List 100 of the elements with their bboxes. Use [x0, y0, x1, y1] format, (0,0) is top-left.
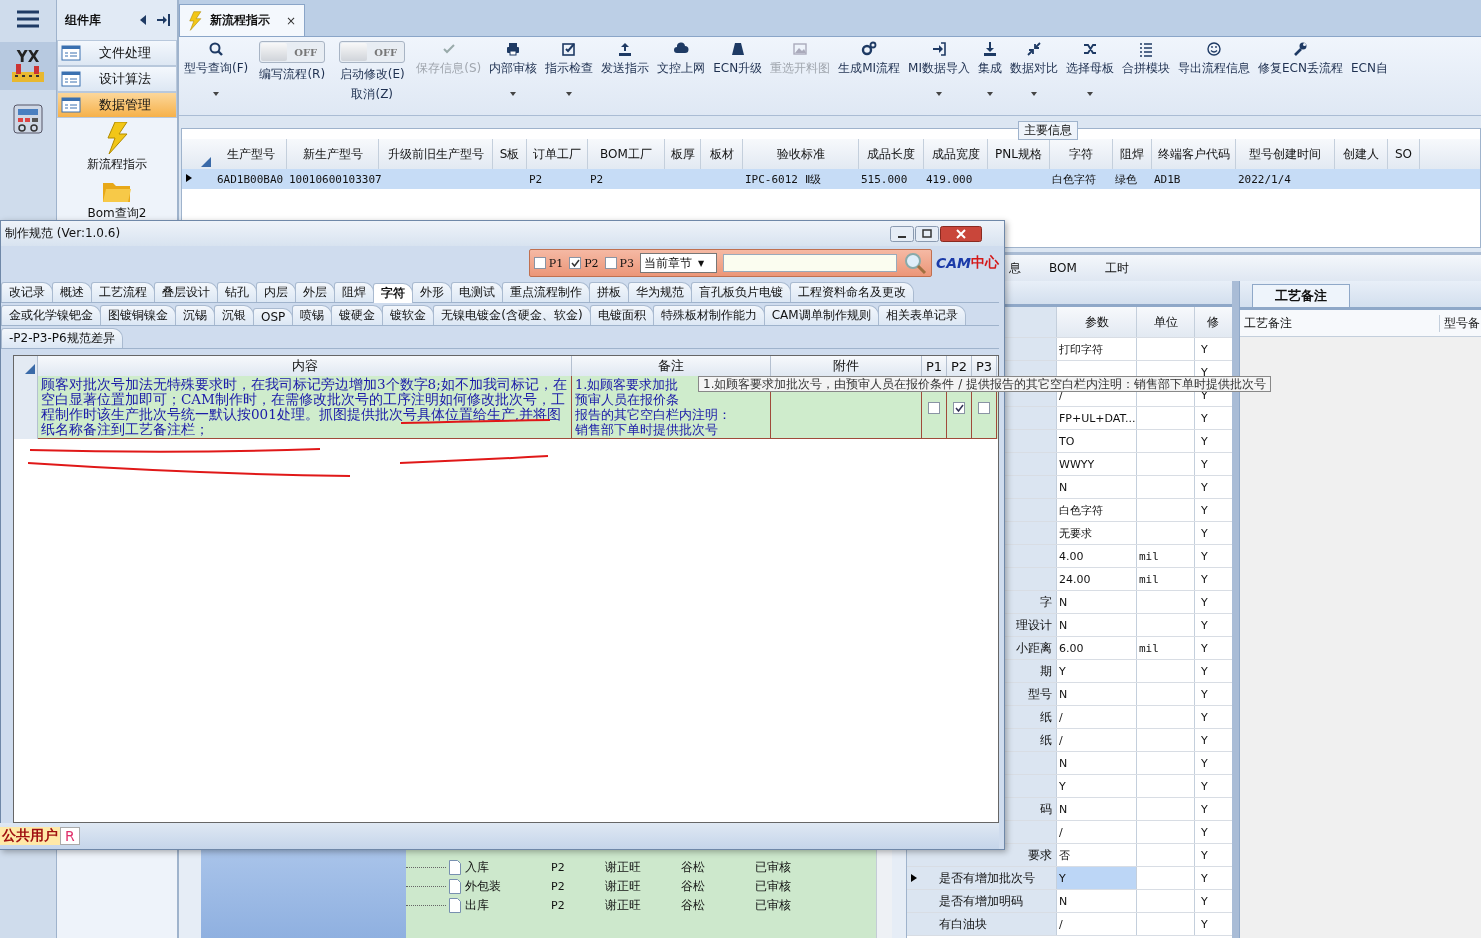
toolbar-button[interactable]: ECN自	[1347, 41, 1391, 96]
button-label[interactable]: 选择母板	[1066, 60, 1114, 77]
menu-icon[interactable]	[17, 10, 39, 28]
button-label[interactable]: 集成	[978, 60, 1002, 77]
chapter-tab[interactable]: 字符	[373, 283, 413, 303]
column-header[interactable]: 型号备	[1440, 314, 1480, 332]
chapter-tab[interactable]: 钻孔	[217, 282, 257, 302]
button-label[interactable]: 数据对比	[1010, 60, 1058, 77]
chapter-tab[interactable]: 沉锡	[175, 305, 215, 325]
toolbar-button[interactable]: 发送指示	[598, 41, 653, 96]
toolbar-button[interactable]: ECN升级	[710, 41, 766, 96]
button-label[interactable]: 内部审核	[489, 60, 538, 77]
column-header[interactable]: 参数	[1057, 307, 1137, 337]
chapter-tab[interactable]: 特殊板材制作能力	[652, 305, 765, 325]
toolbar-button[interactable]: MI数据导入	[905, 41, 973, 96]
tree-item[interactable]: 出库	[465, 897, 551, 914]
table-row[interactable]: 6AD1B00BA0 10010600103307 P2 P2 IPC-6012 Ⅱ级 515.000 419.000 白色字符 绿色 AD1B 2022/1/4	[182, 169, 1480, 189]
chapter-dropdown[interactable]: 当前章节 ▼	[639, 253, 717, 273]
chapter-tab[interactable]: 图镀铜镍金	[100, 305, 176, 325]
checkbox[interactable]	[953, 402, 965, 414]
caret-icon[interactable]	[936, 92, 943, 96]
switch-text[interactable]: OFF	[367, 46, 405, 58]
item-label[interactable]: 数据管理	[99, 96, 151, 114]
minimize-button[interactable]	[890, 225, 914, 242]
section-tab[interactable]: 息	[1009, 259, 1021, 277]
chapter-tab[interactable]: 沉银	[214, 305, 254, 325]
checkbox[interactable]	[533, 257, 546, 269]
chapter-tab[interactable]: 无镍电镀金(含硬金、软金)	[433, 305, 591, 325]
pin-icon[interactable]	[157, 14, 171, 26]
chapter-tab[interactable]: 工程资料命名及更改	[790, 282, 914, 302]
chapter-tab[interactable]: 改记录	[1, 282, 53, 302]
button-label[interactable]: 导出流程信息	[1178, 60, 1250, 77]
chapter-tab[interactable]: 概述	[52, 282, 92, 302]
toolbar-button[interactable]: 内部审核	[486, 41, 541, 96]
chapter-tab[interactable]: 金或化学镍钯金	[1, 305, 101, 325]
close-button[interactable]	[940, 225, 982, 242]
chapter-tab[interactable]: 阻焊	[334, 282, 374, 302]
chapter-tab[interactable]: 镀硬金	[331, 305, 384, 325]
chapter-tab[interactable]: 内层	[256, 282, 296, 302]
tab-title[interactable]: 新流程指示	[210, 12, 270, 29]
chapter-tab[interactable]: 工艺流程	[91, 282, 155, 302]
checkbox[interactable]	[928, 402, 940, 414]
checkbox[interactable]	[978, 402, 990, 414]
caret-icon[interactable]	[566, 92, 573, 96]
column-header[interactable]: 工艺备注	[1240, 314, 1440, 332]
toggle-switch[interactable]: OFF	[259, 41, 326, 63]
caret-icon[interactable]	[1031, 92, 1037, 96]
maximize-button[interactable]	[915, 225, 939, 242]
switch-text[interactable]: OFF	[287, 46, 325, 58]
calculator-icon[interactable]	[13, 104, 43, 134]
toolbar-button[interactable]: 型号查询(F)	[181, 41, 252, 96]
chapter-tab[interactable]: -P2-P3-P6规范差异	[1, 328, 123, 348]
toolbar-button[interactable]: 文控上网	[654, 41, 709, 96]
toggle-switch[interactable]: OFF	[339, 41, 406, 63]
close-tab-button[interactable]: ×	[285, 13, 296, 28]
document-tab[interactable]: 新流程指示 ×	[179, 4, 305, 36]
tree-item[interactable]: 外包装	[465, 878, 551, 895]
button-label[interactable]: 型号查询(F)	[184, 60, 249, 77]
chapter-tab[interactable]: 重点流程制作	[502, 282, 590, 302]
chapter-tab[interactable]: 华为规范	[628, 282, 692, 302]
chapter-tab[interactable]: 镀软金	[382, 305, 435, 325]
button-label[interactable]: ECN自	[1350, 60, 1388, 77]
caret-icon[interactable]	[987, 92, 993, 96]
chapter-tab[interactable]: CAM调单制作规则	[763, 305, 879, 325]
button-label[interactable]: 文控上网	[657, 60, 706, 77]
toolbar-button[interactable]: 修复ECN丢流程	[1255, 41, 1346, 96]
button-label[interactable]: 合拼模块	[1122, 60, 1170, 77]
search-field[interactable]	[722, 254, 897, 272]
toolbar-button[interactable]: 数据对比	[1007, 41, 1061, 96]
toolbar-button[interactable]: 集成	[975, 41, 1005, 96]
chapter-tab[interactable]: 喷锡	[292, 305, 333, 325]
caret-icon[interactable]	[1087, 92, 1093, 96]
row-selector[interactable]	[907, 867, 937, 889]
chapter-tab[interactable]: 叠层设计	[154, 282, 218, 302]
button-label[interactable]: ECN升级	[713, 60, 763, 77]
chapter-tab[interactable]: 电镀面积	[589, 305, 654, 325]
tool-label[interactable]: 新流程指示	[87, 156, 147, 173]
section-tab[interactable]: BOM	[1049, 261, 1077, 275]
button-label[interactable]: 指示检查	[545, 60, 594, 77]
toolbar-button[interactable]: 选择母板	[1063, 41, 1117, 96]
chapter-tab[interactable]: OSP	[253, 308, 294, 325]
chapter-tab[interactable]: 盲孔板负片电镀	[691, 282, 791, 302]
item-label[interactable]: 文件处理	[99, 44, 151, 62]
panel-item[interactable]: 设计算法	[57, 66, 177, 92]
checkbox[interactable]	[604, 257, 617, 269]
caret-icon[interactable]	[213, 92, 220, 96]
toolbar-button[interactable]: 生成MI流程	[835, 41, 904, 96]
lightning-icon[interactable]	[105, 122, 129, 154]
button-label[interactable]: 发送指示	[601, 60, 650, 77]
chapter-tab[interactable]: 相关表单记录	[877, 305, 966, 325]
scrollbar[interactable]	[876, 850, 892, 938]
checkbox[interactable]	[569, 257, 582, 269]
toolbar-button[interactable]: 指示检查	[542, 41, 597, 96]
panel-item[interactable]: 文件处理	[57, 40, 177, 66]
tree-item[interactable]: 入库	[465, 859, 551, 876]
panel-item[interactable]: 数据管理	[57, 92, 177, 118]
app-logo[interactable]: YX	[0, 42, 56, 90]
item-label[interactable]: 设计算法	[99, 70, 151, 88]
panel-tab[interactable]: 工艺备注	[1252, 284, 1350, 307]
column-header[interactable]: 修	[1195, 307, 1231, 337]
